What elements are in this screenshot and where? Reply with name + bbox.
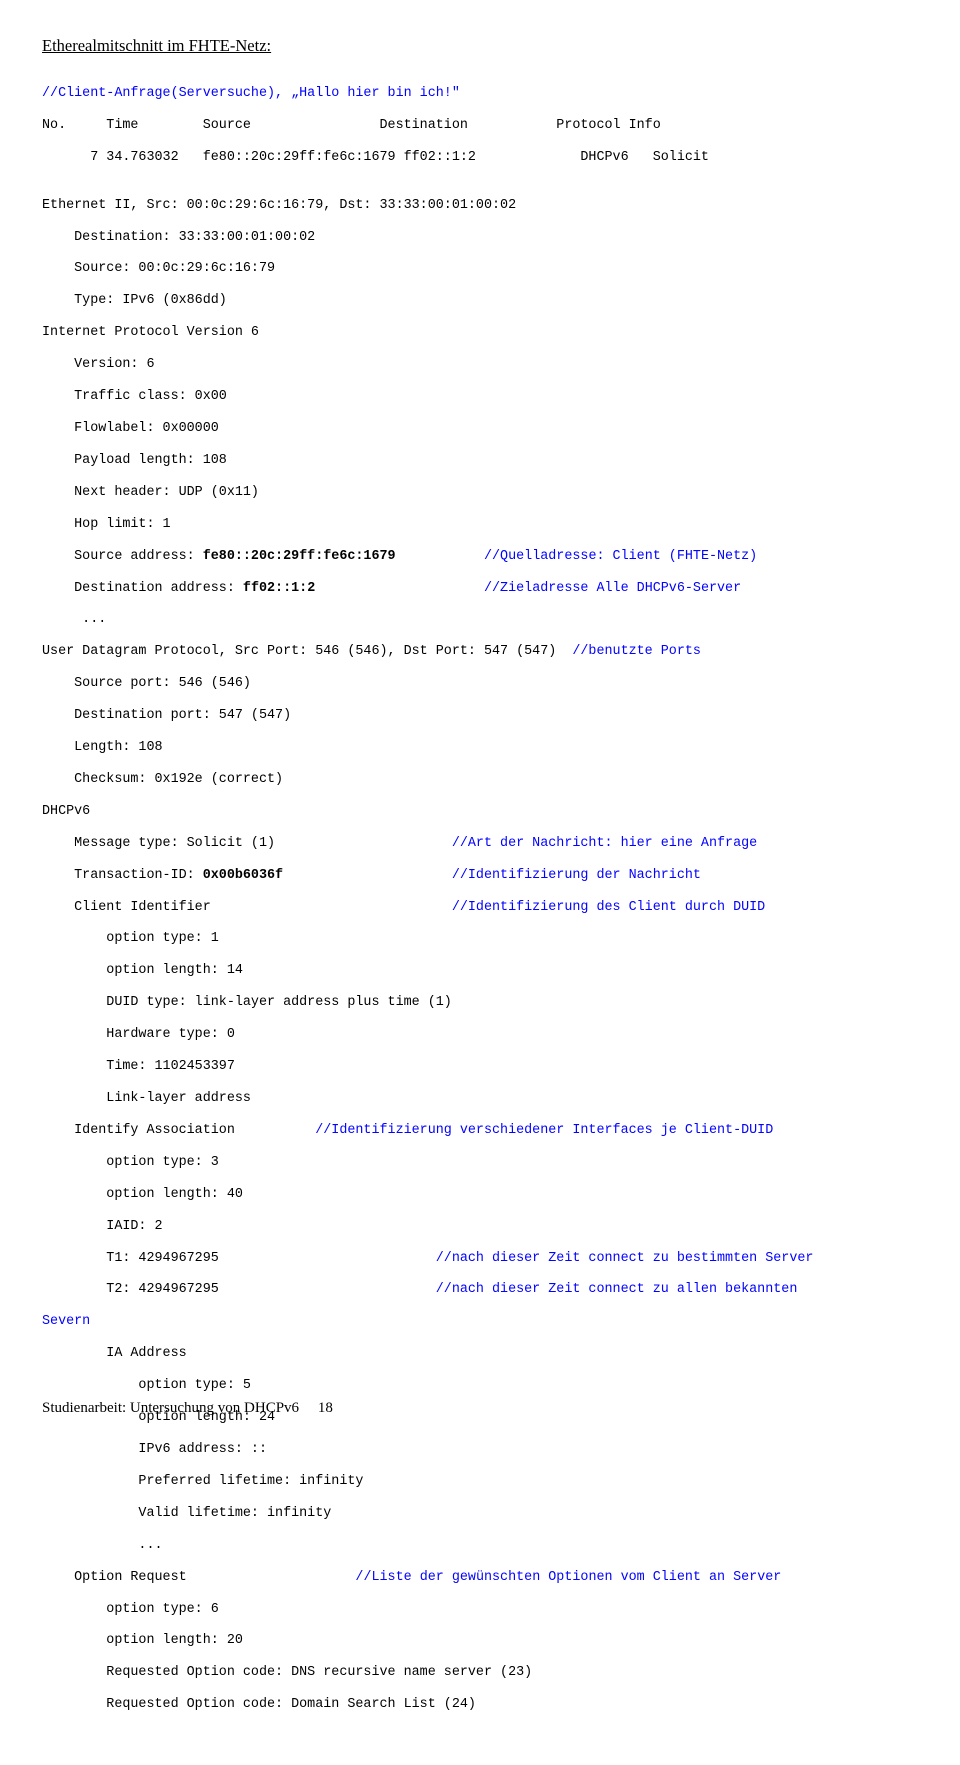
code-line: Next header: UDP (0x11) bbox=[42, 485, 918, 501]
code-line: Preferred lifetime: infinity bbox=[42, 1474, 918, 1490]
code-line: Client Identifier //Identifizierung des … bbox=[42, 900, 918, 916]
code-line: Checksum: 0x192e (correct) bbox=[42, 772, 918, 788]
code-line: option type: 5 bbox=[42, 1378, 918, 1394]
comment-line: Severn bbox=[42, 1314, 918, 1330]
code-line: option length: 20 bbox=[42, 1633, 918, 1649]
code-line: Identify Association //Identifizierung v… bbox=[42, 1123, 918, 1139]
code-line: option type: 3 bbox=[42, 1155, 918, 1171]
footer-text: Studienarbeit: Untersuchung von DHCPv6 bbox=[42, 1400, 299, 1416]
code-line: Hop limit: 1 bbox=[42, 517, 918, 533]
code-line: option length: 40 bbox=[42, 1187, 918, 1203]
code-line: Version: 6 bbox=[42, 357, 918, 373]
code-line: User Datagram Protocol, Src Port: 546 (5… bbox=[42, 644, 918, 660]
code-line: Option Request //Liste der gewünschten O… bbox=[42, 1570, 918, 1586]
code-line: Flowlabel: 0x00000 bbox=[42, 421, 918, 437]
code-line: Destination address: ff02::1:2 //Zieladr… bbox=[42, 581, 918, 597]
comment-line: //Client-Anfrage(Serversuche), „Hallo hi… bbox=[42, 86, 918, 102]
comment-inline: //Liste der gewünschten Optionen vom Cli… bbox=[355, 1570, 781, 1585]
page-number: 18 bbox=[318, 1400, 333, 1416]
code-line: Transaction-ID: 0x00b6036f //Identifizie… bbox=[42, 868, 918, 884]
code-line: Traffic class: 0x00 bbox=[42, 389, 918, 405]
comment-inline: //Identifizierung der Nachricht bbox=[452, 868, 701, 883]
code-line: 7 34.763032 fe80::20c:29ff:fe6c:1679 ff0… bbox=[42, 150, 918, 166]
code-line: Time: 1102453397 bbox=[42, 1059, 918, 1075]
code-line: Requested Option code: Domain Search Lis… bbox=[42, 1697, 918, 1713]
code-line: Ethernet II, Src: 00:0c:29:6c:16:79, Dst… bbox=[42, 198, 918, 214]
transaction-id-value: 0x00b6036f bbox=[203, 868, 283, 883]
code-line: ... bbox=[42, 1538, 918, 1554]
comment-inline: //Zieladresse Alle DHCPv6-Server bbox=[484, 581, 741, 596]
code-line: Requested Option code: DNS recursive nam… bbox=[42, 1665, 918, 1681]
code-line: Destination: 33:33:00:01:00:02 bbox=[42, 230, 918, 246]
code-line: ... bbox=[42, 612, 918, 628]
source-address-value: fe80::20c:29ff:fe6c:1679 bbox=[203, 549, 396, 564]
code-line: Destination port: 547 (547) bbox=[42, 708, 918, 724]
code-line: Link-layer address bbox=[42, 1091, 918, 1107]
section-heading: Etherealmitschnitt im FHTE-Netz: bbox=[42, 36, 918, 56]
code-line: IAID: 2 bbox=[42, 1219, 918, 1235]
code-line: No. Time Source Destination Protocol Inf… bbox=[42, 118, 918, 134]
code-line: Hardware type: 0 bbox=[42, 1027, 918, 1043]
code-line: Source address: fe80::20c:29ff:fe6c:1679… bbox=[42, 549, 918, 565]
code-line: T1: 4294967295 //nach dieser Zeit connec… bbox=[42, 1251, 918, 1267]
code-line: T2: 4294967295 //nach dieser Zeit connec… bbox=[42, 1282, 918, 1298]
code-line: option type: 6 bbox=[42, 1602, 918, 1618]
comment-inline: //Art der Nachricht: hier eine Anfrage bbox=[452, 836, 757, 851]
comment-inline: //Identifizierung des Client durch DUID bbox=[452, 900, 765, 915]
code-line: option type: 1 bbox=[42, 931, 918, 947]
comment-inline: //Identifizierung verschiedener Interfac… bbox=[315, 1123, 773, 1138]
code-line: Message type: Solicit (1) //Art der Nach… bbox=[42, 836, 918, 852]
comment-inline: //nach dieser Zeit connect zu allen beka… bbox=[436, 1282, 798, 1297]
code-line: Internet Protocol Version 6 bbox=[42, 325, 918, 341]
code-line: Source: 00:0c:29:6c:16:79 bbox=[42, 261, 918, 277]
comment-inline: //nach dieser Zeit connect zu bestimmten… bbox=[436, 1251, 814, 1266]
code-line: DUID type: link-layer address plus time … bbox=[42, 995, 918, 1011]
code-block: //Client-Anfrage(Serversuche), „Hallo hi… bbox=[42, 70, 918, 1729]
code-line: Payload length: 108 bbox=[42, 453, 918, 469]
code-line: Source port: 546 (546) bbox=[42, 676, 918, 692]
code-line: DHCPv6 bbox=[42, 804, 918, 820]
code-line: option length: 14 bbox=[42, 963, 918, 979]
code-line: IPv6 address: :: bbox=[42, 1442, 918, 1458]
code-line: IA Address bbox=[42, 1346, 918, 1362]
code-line: Type: IPv6 (0x86dd) bbox=[42, 293, 918, 309]
code-line: Length: 108 bbox=[42, 740, 918, 756]
page-footer: Studienarbeit: Untersuchung von DHCPv6 1… bbox=[42, 1400, 333, 1417]
comment-inline: //Quelladresse: Client (FHTE-Netz) bbox=[484, 549, 757, 564]
comment-inline: //benutzte Ports bbox=[572, 644, 701, 659]
dest-address-value: ff02::1:2 bbox=[243, 581, 315, 596]
code-line: Valid lifetime: infinity bbox=[42, 1506, 918, 1522]
